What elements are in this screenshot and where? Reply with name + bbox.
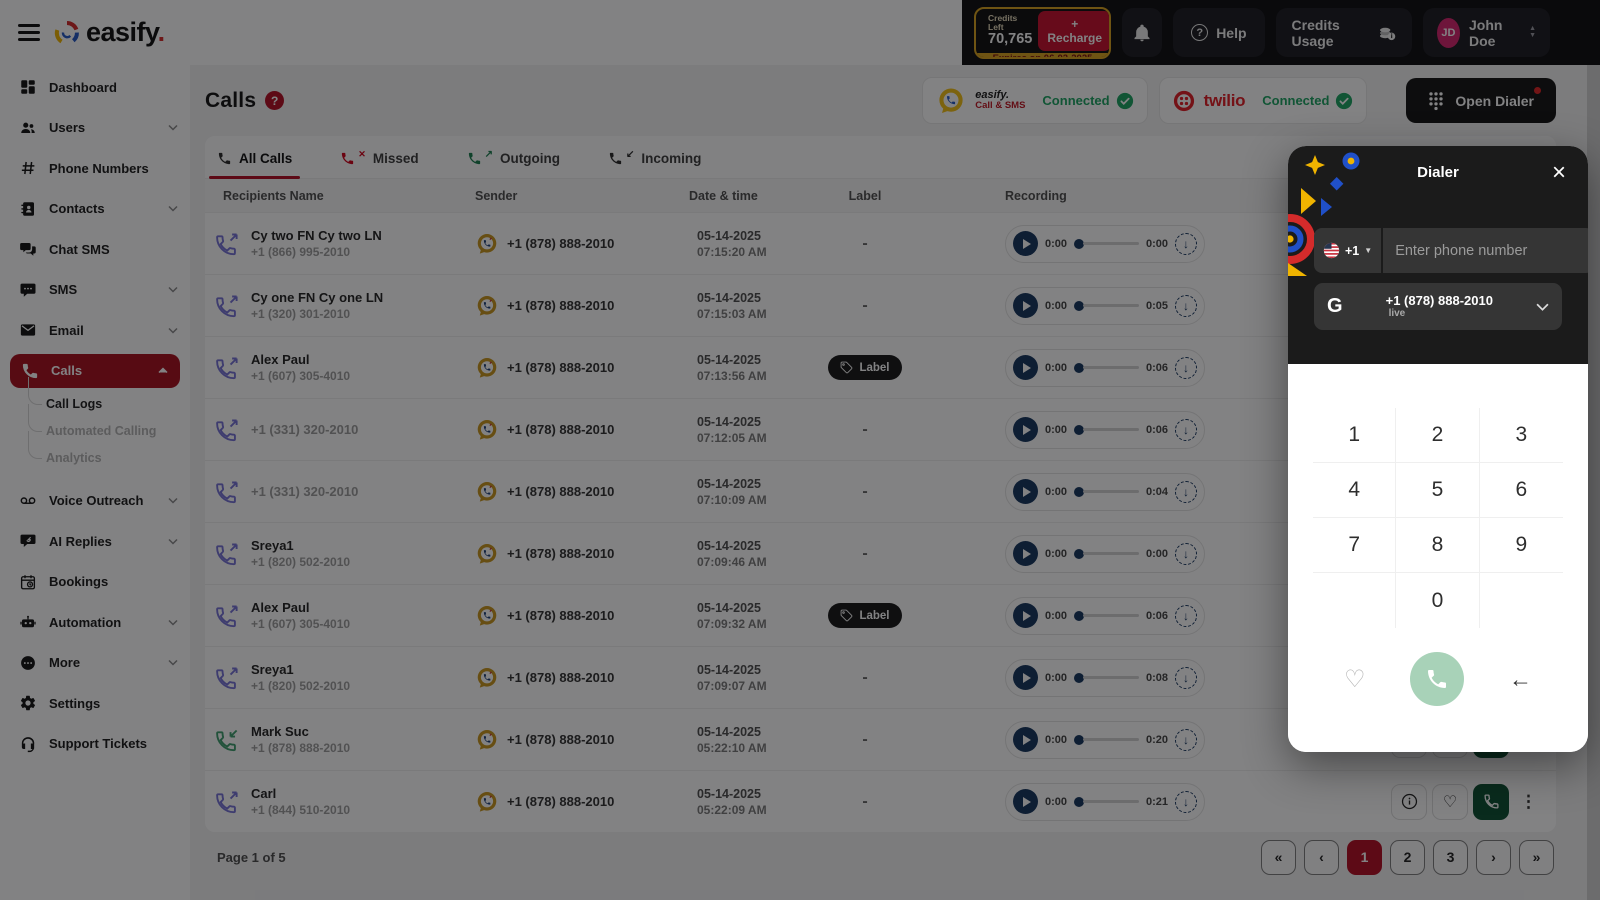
call-button[interactable]: [1410, 652, 1464, 706]
dialer-body: 123 456 7890 ♡ ←: [1288, 364, 1588, 752]
keypad-key-0[interactable]: 0: [1396, 573, 1479, 628]
keypad-key-6[interactable]: 6: [1480, 463, 1563, 518]
keypad-key-3[interactable]: 3: [1480, 408, 1563, 463]
phone-number-input[interactable]: [1383, 228, 1588, 273]
keypad-key-2[interactable]: 2: [1396, 408, 1479, 463]
keypad-key-1[interactable]: 1: [1313, 408, 1396, 463]
us-flag-icon: [1323, 242, 1340, 259]
app-root: easify. Credits Left 70,765: [0, 0, 1600, 900]
keypad-key-9[interactable]: 9: [1480, 518, 1563, 573]
favorite-heart-icon[interactable]: ♡: [1338, 664, 1372, 695]
dialer-modal: Dialer × +1 ▼: [1288, 146, 1588, 752]
keypad-key-8[interactable]: 8: [1396, 518, 1479, 573]
chevron-down-icon: [1536, 303, 1549, 311]
keypad-empty: [1480, 573, 1563, 628]
dialer-title: Dialer: [1288, 164, 1588, 181]
caller-id-select[interactable]: G +1 (878) 888-2010 live: [1314, 283, 1562, 330]
dialer-header: Dialer × +1 ▼: [1288, 146, 1588, 364]
country-code: +1: [1345, 244, 1359, 258]
close-icon[interactable]: ×: [1546, 160, 1572, 186]
caller-number: +1 (878) 888-2010: [1386, 293, 1493, 309]
keypad-key-4[interactable]: 4: [1313, 463, 1396, 518]
caller-logo: G: [1327, 295, 1343, 318]
keypad-empty: [1313, 573, 1396, 628]
dialer-keypad: 123 456 7890: [1313, 408, 1563, 628]
keypad-key-7[interactable]: 7: [1313, 518, 1396, 573]
phone-icon: [1425, 667, 1449, 691]
chevron-down-icon: ▼: [1364, 246, 1372, 255]
country-code-select[interactable]: +1 ▼: [1314, 228, 1381, 273]
caller-status: live: [1389, 308, 1406, 320]
keypad-key-5[interactable]: 5: [1396, 463, 1479, 518]
backspace-icon[interactable]: ←: [1503, 665, 1538, 694]
